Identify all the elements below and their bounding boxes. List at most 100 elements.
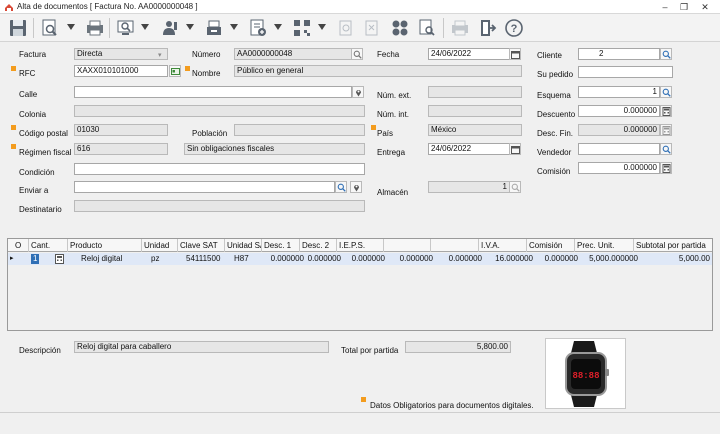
preview-button[interactable] (39, 17, 61, 39)
window-title: Alta de documentos [ Factura No. AA00000… (17, 2, 198, 11)
calle-map-button[interactable] (352, 86, 364, 98)
nombre-field[interactable]: Público en general (234, 65, 522, 77)
entrega-calendar-button[interactable] (509, 143, 521, 155)
col-desc2[interactable]: Desc. 2 (300, 239, 337, 252)
numero-search-button[interactable] (351, 48, 363, 60)
col-unidad[interactable]: Unidad (142, 239, 178, 252)
fecha-calendar-button[interactable] (509, 48, 521, 60)
qr-dropdown[interactable] (318, 23, 326, 31)
search-button[interactable] (115, 17, 137, 39)
col-blank-2[interactable] (431, 239, 479, 252)
numero-field[interactable]: AA0000000048 (234, 48, 352, 60)
vendedor-search-button[interactable] (660, 143, 672, 155)
calle-field[interactable] (74, 86, 352, 98)
entrega-field[interactable]: 24/06/2022 (428, 143, 510, 155)
client-info-button[interactable] (159, 17, 181, 39)
su-pedido-label: Su pedido (537, 70, 574, 79)
esquema-label: Esquema (537, 91, 571, 100)
register-dropdown[interactable] (230, 23, 238, 31)
almacen-field[interactable]: 1 (428, 181, 510, 193)
colonia-field[interactable] (74, 105, 365, 117)
calculator-icon[interactable] (55, 254, 64, 265)
client-info-dropdown[interactable] (186, 23, 194, 31)
register-button[interactable] (203, 17, 225, 39)
cell-cant[interactable]: 1 (29, 253, 68, 265)
rfc-card-button[interactable] (169, 65, 181, 77)
cell-ieps[interactable]: 0.000000 (337, 253, 387, 265)
descuento-field[interactable]: 0.000000 (578, 105, 660, 117)
su-pedido-field[interactable] (578, 66, 673, 78)
items-grid[interactable]: O Cant. Producto Unidad Clave SAT Unidad… (7, 238, 713, 331)
print-layout-button[interactable] (84, 17, 106, 39)
close-icon[interactable]: ✕ (697, 1, 713, 13)
factura-select[interactable]: Directa (74, 48, 168, 60)
cliente-field[interactable]: 2 (578, 48, 660, 60)
condicion-field[interactable] (74, 163, 365, 175)
document-search-button[interactable] (416, 17, 438, 39)
table-row[interactable]: ▸ 1 Reloj digital pz 54111500 H87 0.0000… (8, 253, 712, 265)
enviar-a-map-button[interactable] (350, 181, 362, 193)
col-iva[interactable]: I.V.A. (479, 239, 527, 252)
cell-producto[interactable]: Reloj digital (68, 253, 142, 265)
esquema-search-button[interactable] (660, 86, 672, 98)
col-blank-1[interactable] (384, 239, 431, 252)
document-add-dropdown[interactable] (274, 23, 282, 31)
save-button[interactable] (7, 17, 29, 39)
cell-unidad-sat[interactable]: H87 (225, 253, 262, 265)
restore-icon[interactable]: ❐ (676, 1, 692, 13)
comision-field[interactable]: 0.000000 (578, 162, 660, 174)
delete-button[interactable] (361, 17, 383, 39)
cell-blank-2[interactable]: 0.000000 (431, 253, 484, 265)
col-subtotal[interactable]: Subtotal por partida (634, 239, 712, 252)
desc-fin-field[interactable]: 0.000000 (578, 124, 660, 136)
fecha-field[interactable]: 24/06/2022 (428, 48, 510, 60)
cell-unidad[interactable]: pz (142, 253, 178, 265)
poblacion-field[interactable] (234, 124, 365, 136)
document-remove-icon (365, 20, 378, 36)
cell-blank-1[interactable]: 0.000000 (384, 253, 435, 265)
col-o[interactable]: O (8, 239, 29, 252)
descuento-calc-button[interactable] (660, 105, 672, 117)
desc-fin-calc-button[interactable] (660, 124, 672, 136)
col-cant[interactable]: Cant. (29, 239, 68, 252)
exit-button[interactable] (476, 17, 498, 39)
comision-calc-button[interactable] (660, 162, 672, 174)
cell-comision[interactable]: 0.000000 (527, 253, 580, 265)
magnifier-icon (337, 183, 346, 192)
destinatario-field[interactable] (74, 200, 365, 212)
regimen-fiscal-code-field[interactable]: 616 (74, 143, 168, 155)
enviar-a-field[interactable] (74, 181, 335, 193)
print-button[interactable] (449, 17, 471, 39)
almacen-search-button[interactable] (509, 181, 521, 193)
num-int-field[interactable] (428, 105, 522, 117)
esquema-field[interactable]: 1 (578, 86, 660, 98)
codigo-postal-field[interactable]: 01030 (74, 124, 168, 136)
help-button[interactable]: ? (503, 17, 525, 39)
qr-button[interactable] (291, 17, 313, 39)
cell-prec-unit[interactable]: 5,000.000000 (575, 253, 640, 265)
preview-dropdown[interactable] (67, 23, 75, 31)
cash-register-icon (207, 20, 221, 35)
col-producto[interactable]: Producto (68, 239, 142, 252)
cell-clave-sat[interactable]: 54111500 (178, 253, 225, 265)
search-dropdown[interactable] (141, 23, 149, 31)
copy-button[interactable] (335, 17, 357, 39)
comision-label: Comisión (537, 167, 571, 176)
enviar-a-search-button[interactable] (335, 181, 347, 193)
col-ieps[interactable]: I.E.P.S. (337, 239, 384, 252)
pais-field[interactable]: México (428, 124, 522, 136)
factura-label: Factura (19, 50, 47, 59)
document-add-button[interactable] (247, 17, 269, 39)
cliente-search-button[interactable] (660, 48, 672, 60)
vendedor-field[interactable] (578, 143, 660, 155)
rfc-field[interactable]: XAXX010101000 (74, 65, 168, 77)
col-prec-unit[interactable]: Prec. Unit. (575, 239, 634, 252)
col-clave-sat[interactable]: Clave SAT (178, 239, 225, 252)
col-unidad-sat[interactable]: Unidad SAT (225, 239, 262, 252)
col-desc1[interactable]: Desc. 1 (262, 239, 300, 252)
minimize-icon[interactable]: – (657, 1, 673, 13)
num-ext-field[interactable] (428, 86, 522, 98)
modules-button[interactable] (389, 17, 411, 39)
cell-subtotal[interactable]: 5,000.00 (634, 253, 712, 265)
col-comision[interactable]: Comisión (527, 239, 575, 252)
